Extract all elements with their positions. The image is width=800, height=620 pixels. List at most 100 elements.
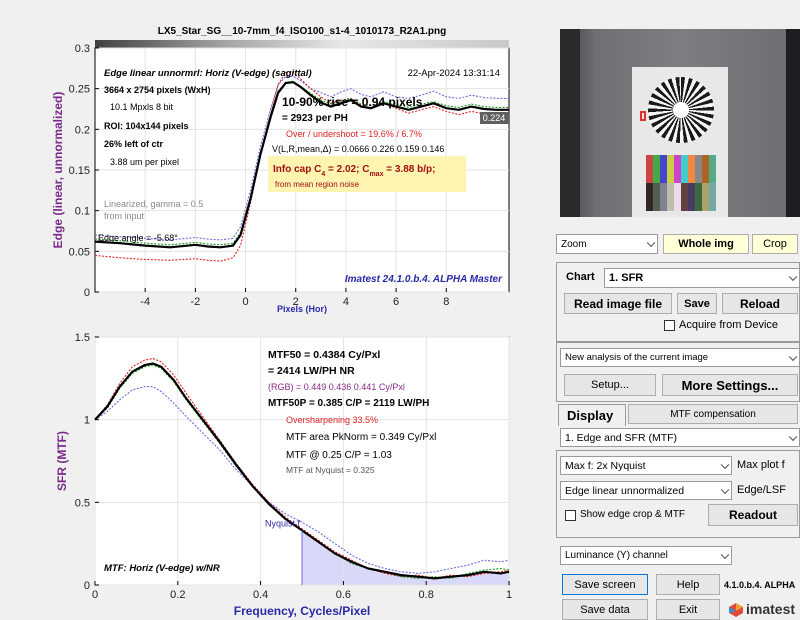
x-tick-label: 1	[506, 589, 512, 601]
edge-y-axis-label: Edge (linear, unnormalized)	[51, 92, 65, 249]
y-tick-label: 0	[84, 580, 90, 592]
mtf-y-axis-label: SFR (MTF)	[55, 431, 69, 491]
mtf-x-axis-label: Frequency, Cycles/Pixel	[234, 604, 371, 618]
x-tick-label: 0.6	[336, 589, 351, 601]
nyquist-label: Nyquist f	[265, 518, 301, 528]
x-tick-label: -2	[190, 296, 200, 308]
mtf-bottom-label: MTF: Horiz (V-edge) w/NR	[104, 563, 220, 574]
mtf50p: MTF50P = 0.385 C/P = 2119 LW/PH	[268, 398, 429, 409]
read-image-button[interactable]: Read image file	[564, 293, 672, 314]
rise-line1: 10-90% rise = 0.94 pixels	[282, 95, 423, 109]
edge-x-axis-label: Pixels (Hor)	[277, 304, 327, 314]
edge-plot: -4 -2 0 2 4 6 800.050.10.150.20.250.3 Pixels (…	[51, 43, 510, 314]
image-thumbnail[interactable]	[560, 29, 800, 217]
y-tick-label: 0.25	[69, 84, 90, 96]
mtf-rgb: (RGB) = 0.449 0.436 0.441 Cy/Pxl	[268, 382, 405, 392]
chevron-down-icon	[720, 550, 730, 559]
chart-select[interactable]: 1. SFR	[604, 268, 800, 288]
overshoot: Over / undershoot = 19.6% / 6.7%	[286, 129, 422, 139]
mtf-at-nyquist: MTF at Nyquist = 0.325	[286, 465, 375, 475]
roi-marker	[640, 111, 646, 121]
save-button[interactable]: Save	[677, 293, 717, 314]
mtf50: MTF50 = 0.4384 Cy/Pxl	[268, 349, 380, 361]
info-position: 26% left of ctr	[104, 139, 164, 149]
max-f-select[interactable]: Max f: 2x Nyquist	[560, 456, 732, 475]
info-um-per-pixel: 3.88 um per pixel	[110, 157, 179, 167]
chevron-down-icon	[720, 460, 730, 469]
exit-button[interactable]: Exit	[656, 599, 720, 620]
linearized-line1: Linearized, gamma = 0.5	[104, 199, 203, 209]
edge-select[interactable]: Edge linear unnormalized	[560, 481, 732, 500]
logo-text: imatest	[746, 601, 796, 617]
y-tick-label: 0.3	[75, 43, 90, 55]
max-plot-label: Max plot f	[737, 459, 785, 471]
info-mpxls: 10.1 Mpxls 8 bit	[110, 102, 174, 112]
mtf-area: MTF area PkNorm = 0.349 Cy/Pxl	[286, 432, 436, 443]
show-crop-label: Show edge crop & MTF	[580, 509, 686, 520]
edge-lsf-label: Edge/LSF	[737, 484, 786, 496]
tab-display[interactable]: Display	[558, 404, 626, 426]
info-pixels: 3664 x 2754 pixels (WxH)	[104, 85, 211, 95]
edge-date: 22-Apr-2024 13:31:14	[408, 68, 500, 79]
color-patches-dark	[646, 183, 716, 211]
y-tick-label: 0.1	[75, 206, 90, 218]
noise-note: from mean region noise	[275, 180, 360, 189]
more-settings-button[interactable]: More Settings...	[662, 374, 798, 396]
y-tick-label: 0.2	[75, 124, 90, 136]
crop-button[interactable]: Crop	[752, 234, 798, 254]
chevron-down-icon	[720, 485, 730, 494]
x-tick-label: 0.4	[253, 589, 268, 601]
tab-mtf-compensation[interactable]: MTF compensation	[628, 404, 798, 424]
y-tick-label: 1.5	[75, 332, 90, 344]
edge-angle: Edge angle = -5.68°	[98, 233, 178, 243]
oversharpening: Oversharpening 33.5%	[286, 415, 378, 425]
channel-select[interactable]: Luminance (Y) channel	[560, 546, 732, 565]
y-tick-label: 0	[84, 287, 90, 299]
x-tick-label: 0	[92, 589, 98, 601]
right-value: 0.224	[483, 113, 506, 123]
mtf-at-025: MTF @ 0.25 C/P = 1.03	[286, 450, 392, 461]
save-data-button[interactable]: Save data	[562, 599, 648, 620]
info-roi: ROI: 104x144 pixels	[104, 121, 189, 131]
x-tick-label: 8	[443, 296, 449, 308]
y-tick-label: 0.5	[75, 497, 90, 509]
help-button[interactable]: Help	[656, 574, 720, 595]
whole-img-button[interactable]: Whole img	[663, 234, 749, 254]
chevron-down-icon	[646, 238, 656, 248]
rise-line2: = 2923 per PH	[282, 113, 348, 124]
zoom-select[interactable]: Zoom	[556, 234, 658, 254]
reload-button[interactable]: Reload	[722, 293, 798, 314]
mtf50-lw: = 2414 LW/PH NR	[268, 365, 355, 377]
chevron-down-icon	[788, 272, 798, 282]
left-dark-edge	[560, 29, 580, 217]
plots-area: LX5_Star_SG__10-7mm_f4_ISO100_s1-4_10101…	[0, 0, 540, 620]
chart-label: Chart	[566, 271, 595, 283]
chevron-down-icon	[788, 352, 798, 361]
edge-heading: Edge linear unnormrl: Horiz (V-edge) (sa…	[104, 68, 312, 79]
vlr-values: V(L,R,mean,Δ) = 0.0666 0.226 0.159 0.146	[272, 144, 444, 154]
save-screen-button[interactable]: Save screen	[562, 574, 648, 595]
x-tick-label: 6	[393, 296, 399, 308]
analysis-select[interactable]: New analysis of the current image	[560, 348, 800, 367]
edge-version-label: Imatest 24.1.0.b.4. ALPHA Master	[345, 274, 503, 285]
x-tick-label: -4	[140, 296, 150, 308]
readout-button[interactable]: Readout	[708, 504, 798, 526]
right-dark-strip	[786, 29, 800, 217]
version-label: 4.1.0.b.4. ALPHA	[724, 580, 796, 590]
y-tick-label: 1	[84, 415, 90, 427]
x-tick-label: 0	[242, 296, 248, 308]
display-select[interactable]: 1. Edge and SFR (MTF)	[560, 428, 800, 447]
acquire-label: Acquire from Device	[679, 319, 779, 331]
y-tick-label: 0.15	[69, 165, 90, 177]
acquire-checkbox[interactable]	[664, 320, 675, 331]
x-tick-label: 0.2	[170, 589, 185, 601]
setup-button[interactable]: Setup...	[564, 374, 656, 396]
chevron-down-icon	[788, 432, 798, 441]
mtf-plot: 0 0.2 0.4 0.6 0.8 1 0 0.5 1 1.5 Nyquist f Frequen…	[55, 332, 512, 618]
linearized-line2: from input	[104, 211, 145, 221]
x-tick-label: 0.8	[419, 589, 434, 601]
imatest-logo-icon	[729, 603, 743, 617]
star-center	[673, 102, 689, 118]
show-crop-checkbox[interactable]	[565, 510, 576, 521]
right-panel: Zoom Whole img Crop Chart 1. SFR Read im…	[548, 0, 800, 620]
